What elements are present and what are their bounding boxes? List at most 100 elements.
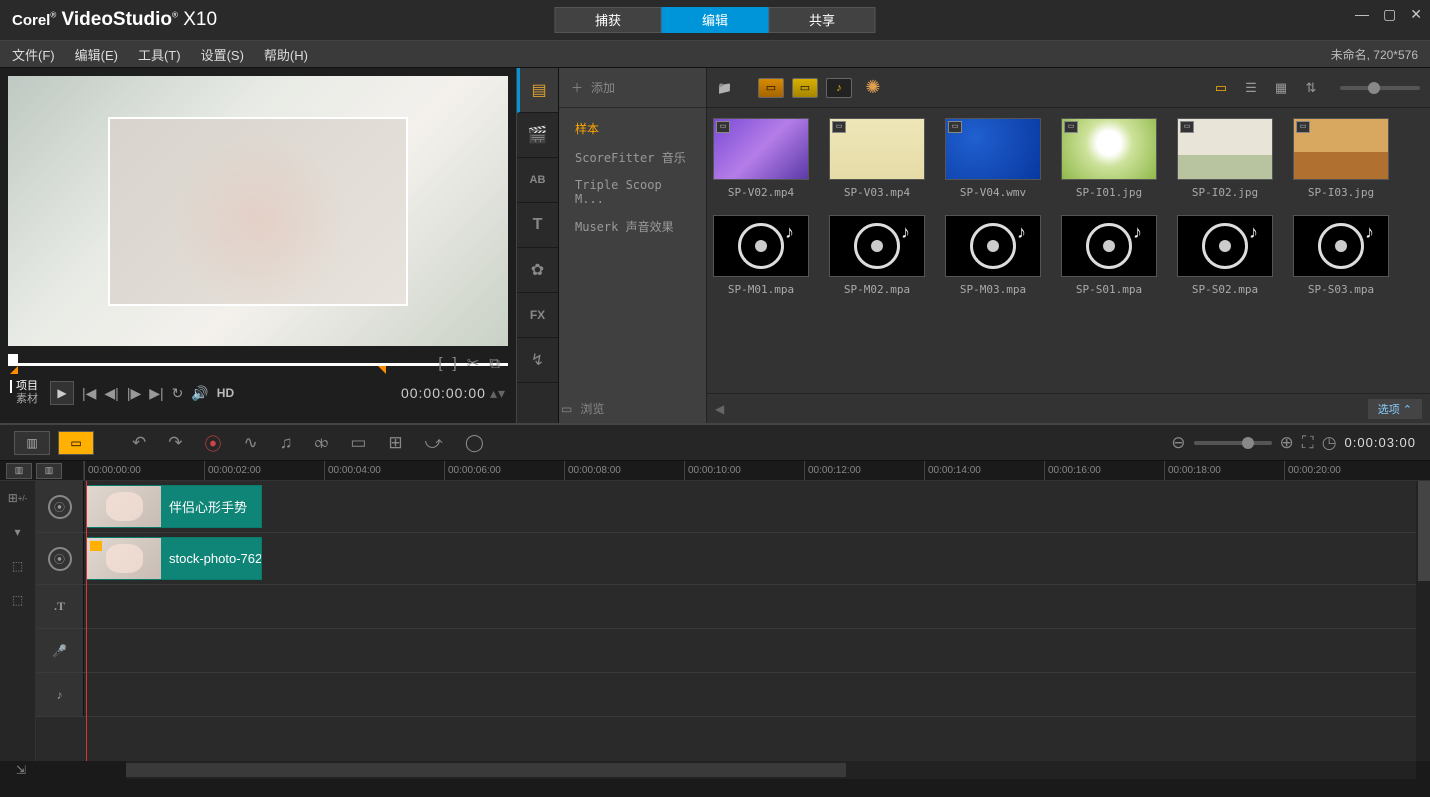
cut-button[interactable]: ✂ xyxy=(467,354,480,372)
preview-timecode[interactable]: 00:00:00:00▴▾ xyxy=(401,385,506,402)
close-button[interactable]: ✕ xyxy=(1410,6,1422,23)
thumb-size-slider[interactable] xyxy=(1340,86,1420,90)
timeline-hscroll[interactable] xyxy=(126,761,1416,779)
title-track-lane[interactable] xyxy=(84,585,1430,628)
mode-tab-capture[interactable]: 捕获 xyxy=(555,7,662,33)
label-project[interactable]: 项目 xyxy=(10,380,38,393)
preview-monitor[interactable] xyxy=(8,76,508,346)
next-frame-button[interactable]: |▶ xyxy=(127,385,141,402)
maximize-button[interactable]: ▢ xyxy=(1383,6,1396,23)
voice-track-head[interactable]: 🎤 xyxy=(36,629,84,672)
menu-help[interactable]: 帮助(H) xyxy=(264,45,308,64)
storyboard-mode-button[interactable]: ▥ xyxy=(14,431,50,455)
bracket-in-button[interactable]: [ xyxy=(438,355,442,372)
play-button[interactable]: ▶ xyxy=(50,381,74,405)
libtab-graphic-icon[interactable]: ✿ xyxy=(517,248,558,293)
label-clip[interactable]: 素材 xyxy=(10,393,38,406)
browse-label[interactable]: 浏览 xyxy=(580,400,604,417)
lib-item[interactable]: ▭SP-I03.jpg xyxy=(1293,118,1389,199)
view-thumbnails-button[interactable]: ▭ xyxy=(1210,79,1232,97)
menu-file[interactable]: 文件(F) xyxy=(12,45,55,64)
sort-button[interactable]: ⇅ xyxy=(1300,79,1322,97)
undo-button[interactable]: ↶ xyxy=(132,433,146,453)
view-list-button[interactable]: ☰ xyxy=(1240,79,1262,97)
gutter-btn-1[interactable]: ▥ xyxy=(6,463,32,479)
timeline-ruler[interactable]: 00:00:00:0000:00:02:0000:00:04:0000:00:0… xyxy=(84,461,1430,480)
filter-video-chip[interactable]: ▭ xyxy=(758,78,784,98)
fit-to-window-button[interactable]: ⛶ xyxy=(1302,433,1314,453)
motion-button[interactable]: ⤻ xyxy=(425,433,443,453)
toggle-tracks-button[interactable]: ⇲ xyxy=(0,761,42,779)
menu-edit[interactable]: 编辑(E) xyxy=(75,45,118,64)
open-folder-button[interactable] xyxy=(717,81,732,95)
zoom-slider[interactable] xyxy=(1194,441,1272,445)
tracking-button[interactable]: ◯ xyxy=(465,433,484,453)
music-track-lane[interactable] xyxy=(84,673,1430,716)
menu-tools[interactable]: 工具(T) xyxy=(138,45,181,64)
minimize-button[interactable]: — xyxy=(1355,6,1369,23)
redo-button[interactable]: ↷ xyxy=(168,433,182,453)
track-tool-show[interactable]: ▾ xyxy=(0,515,35,549)
track-tool-add[interactable]: ⊞+/- xyxy=(0,481,35,515)
library-add-folder[interactable]: 添加 xyxy=(559,68,706,108)
project-duration-icon[interactable]: ◷ xyxy=(1322,433,1337,453)
copy-button[interactable]: ⧉ xyxy=(489,355,500,372)
volume-button[interactable]: 🔊 xyxy=(191,385,208,402)
lib-item[interactable]: ♪SP-M03.mpa xyxy=(945,215,1041,296)
track-tool-lock[interactable]: ⬚ xyxy=(0,549,35,583)
browse-collapse-icon[interactable]: ▭ xyxy=(561,402,572,416)
video-track-1-head[interactable]: ⦿ xyxy=(36,481,84,532)
zoom-out-button[interactable]: ⊖ xyxy=(1171,433,1185,453)
auto-music-button[interactable]: ♫ xyxy=(280,433,293,453)
lib-item[interactable]: ▭SP-V02.mp4 xyxy=(713,118,809,199)
libcat-sample[interactable]: 样本 xyxy=(559,114,706,143)
video-track-1-lane[interactable]: 伴侣心形手势 xyxy=(84,481,1430,532)
mark-out-icon[interactable] xyxy=(378,366,386,374)
go-end-button[interactable]: ▶| xyxy=(149,385,163,402)
timeline-timecode[interactable]: 0:00:03:00 xyxy=(1345,435,1416,451)
mode-tab-share[interactable]: 共享 xyxy=(769,7,876,33)
track-tool-ripple[interactable]: ⬚ xyxy=(0,583,35,617)
view-grid-button[interactable]: ▦ xyxy=(1270,79,1292,97)
libcat-scorefitter[interactable]: ScoreFitter 音乐 xyxy=(559,143,706,172)
multicam-button[interactable]: ⊞ xyxy=(388,433,402,453)
scrub-bar[interactable]: [ ] ✂ ⧉ xyxy=(8,354,508,374)
lib-item[interactable]: ♪SP-S02.mpa xyxy=(1177,215,1273,296)
timeline-mode-button[interactable]: ▭ xyxy=(58,431,94,455)
overlay-track-1-head[interactable]: ⦿ xyxy=(36,533,84,584)
libtab-filter-icon[interactable] xyxy=(517,293,558,338)
lib-item[interactable]: ♪SP-S01.mpa xyxy=(1061,215,1157,296)
filter-photo-chip[interactable]: ▭ xyxy=(792,78,818,98)
gutter-btn-2[interactable]: ▥ xyxy=(36,463,62,479)
libtab-path-icon[interactable]: ↯ xyxy=(517,338,558,383)
libcat-triplescoop[interactable]: Triple Scoop M... xyxy=(559,172,706,212)
overlay-track-1-lane[interactable]: stock-photo-7629 xyxy=(84,533,1430,584)
music-track-head[interactable]: ♪ xyxy=(36,673,84,716)
filter-audio-chip[interactable]: ♪ xyxy=(826,78,852,98)
link-button[interactable]: ⧞ xyxy=(315,433,329,453)
libtab-media-icon[interactable]: ▤ xyxy=(517,68,558,113)
lib-item[interactable]: ▭SP-V04.wmv xyxy=(945,118,1041,199)
libtab-title-icon[interactable] xyxy=(517,203,558,248)
zoom-in-button[interactable]: ⊕ xyxy=(1280,433,1294,453)
lib-item[interactable]: ♪SP-M02.mpa xyxy=(829,215,925,296)
lib-item[interactable]: ♪SP-S03.mpa xyxy=(1293,215,1389,296)
mode-tab-edit[interactable]: 编辑 xyxy=(662,7,769,33)
mark-in-icon[interactable] xyxy=(10,366,18,374)
bracket-out-button[interactable]: ] xyxy=(453,355,457,372)
timeline-vscroll[interactable] xyxy=(1416,481,1430,761)
libcat-muserk[interactable]: Muserk 声音效果 xyxy=(559,212,706,241)
libtab-instant-icon[interactable]: 🎬 xyxy=(517,113,558,158)
subtitle-button[interactable]: ▭ xyxy=(350,433,366,453)
title-track-head[interactable]: .T xyxy=(36,585,84,628)
libtab-transition-icon[interactable] xyxy=(517,158,558,203)
filter-disc-icon[interactable]: ✺ xyxy=(860,78,886,98)
audio-mixer-button[interactable]: ∿ xyxy=(244,433,258,453)
clip-1[interactable]: 伴侣心形手势 xyxy=(86,485,262,528)
lib-item[interactable]: ♪SP-M01.mpa xyxy=(713,215,809,296)
record-button[interactable]: ⦿ xyxy=(205,430,222,455)
voice-track-lane[interactable] xyxy=(84,629,1430,672)
lib-item[interactable]: ▭SP-V03.mp4 xyxy=(829,118,925,199)
lib-item[interactable]: ▭SP-I01.jpg xyxy=(1061,118,1157,199)
lib-item[interactable]: ▭SP-I02.jpg xyxy=(1177,118,1273,199)
